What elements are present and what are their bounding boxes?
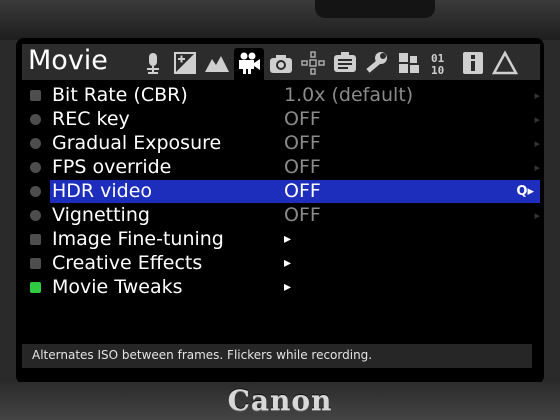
status-indicator	[30, 186, 41, 197]
menu-item-label: Gradual Exposure	[52, 132, 222, 154]
tab-icons: 01 10	[140, 48, 540, 80]
menu-item-label: Creative Effects	[52, 252, 203, 274]
movie-camera-icon[interactable]	[234, 48, 264, 80]
help-text: Alternates ISO between frames. Flickers …	[32, 348, 373, 362]
svg-text:10: 10	[431, 64, 444, 76]
submenu-arrow-icon: ▸	[284, 279, 292, 295]
camera-body-top	[0, 0, 560, 40]
menu-item-value: OFF	[284, 156, 321, 178]
menu-item-label: Image Fine-tuning	[52, 228, 224, 250]
help-bar: Alternates ISO between frames. Flickers …	[22, 344, 532, 368]
menu-tab-bar: Movie 01 10	[22, 44, 540, 80]
chevron-right-icon: ▸	[534, 209, 540, 222]
focus-icon[interactable]	[300, 50, 326, 76]
menu-item-label: REC key	[52, 108, 130, 130]
exposure-icon[interactable]	[172, 50, 198, 76]
menu-item-label: Movie Tweaks	[52, 276, 183, 298]
menu-item-label: HDR video	[52, 180, 153, 202]
display-icon[interactable]	[332, 50, 358, 76]
submenu-arrow-icon: ▸	[284, 255, 292, 271]
menu-item-hdr-video[interactable]: HDR video OFF Q▸	[16, 180, 544, 203]
q-submenu-badge[interactable]: Q▸	[516, 180, 534, 203]
menu-item-value: OFF	[284, 108, 321, 130]
status-indicator	[30, 138, 41, 149]
menu-item-movie-tweaks[interactable]: Movie Tweaks ▸	[16, 276, 544, 299]
status-indicator	[30, 162, 41, 173]
overlay-icon[interactable]	[204, 50, 230, 76]
menu-item-label: Vignetting	[52, 204, 150, 226]
menu-item-value: OFF	[284, 180, 321, 202]
menu-item-label: FPS override	[52, 156, 172, 178]
camera-icon[interactable]	[268, 50, 294, 76]
menu-item-value: 1.0x (default)	[284, 84, 414, 106]
chevron-right-icon: ▸	[534, 161, 540, 174]
submenu-arrow-icon: ▸	[284, 231, 292, 247]
chevron-right-icon: ▸	[534, 137, 540, 150]
status-indicator	[30, 234, 41, 245]
status-indicator	[30, 258, 41, 269]
menu-item-vignetting[interactable]: Vignetting OFF ▸	[16, 204, 544, 227]
menu-item-gradual-exposure[interactable]: Gradual Exposure OFF ▸	[16, 132, 544, 155]
menu-item-rec-key[interactable]: REC key OFF ▸	[16, 108, 544, 131]
chevron-right-icon: ▸	[534, 113, 540, 126]
menu-item-bit-rate[interactable]: Bit Rate (CBR) 1.0x (default) ▸	[16, 84, 544, 107]
menu-item-fps-override[interactable]: FPS override OFF ▸	[16, 156, 544, 179]
status-indicator	[30, 210, 41, 221]
status-indicator	[30, 114, 41, 125]
tab-title: Movie	[28, 45, 108, 76]
debug-binary-icon[interactable]: 01 10	[428, 50, 454, 76]
menu-item-creative-effects[interactable]: Creative Effects ▸	[16, 252, 544, 275]
menu-item-value: OFF	[284, 132, 321, 154]
warning-icon[interactable]	[492, 50, 518, 76]
wrench-icon[interactable]	[364, 50, 390, 76]
menu-item-image-fine-tuning[interactable]: Image Fine-tuning ▸	[16, 228, 544, 251]
brand-logo: Canon	[227, 384, 333, 417]
microphone-icon[interactable]	[140, 50, 166, 76]
menu-item-label: Bit Rate (CBR)	[52, 84, 188, 106]
lcd-screen: Movie 01 10 Bit Rate (CBR) 1.0x (default…	[16, 38, 544, 384]
chevron-right-icon: ▸	[534, 89, 540, 102]
camera-viewfinder-notch	[315, 0, 435, 18]
info-icon[interactable]	[460, 50, 486, 76]
status-indicator-active	[30, 282, 41, 293]
menu-item-value: OFF	[284, 204, 321, 226]
status-indicator	[30, 90, 41, 101]
modules-icon[interactable]	[396, 50, 422, 76]
